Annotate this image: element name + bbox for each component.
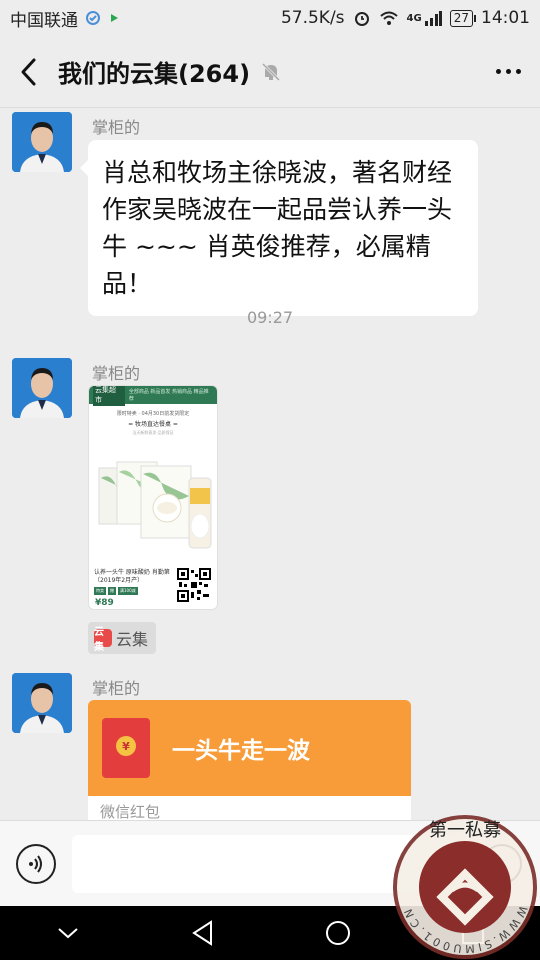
nav-back-button[interactable]: [173, 906, 233, 960]
sender-name: 掌柜的: [92, 679, 141, 698]
card-header: 云集超市 全部商品 新品首发 热销商品 精品推荐: [89, 386, 217, 406]
nav-home-button[interactable]: [308, 906, 368, 960]
network-type: 4G: [406, 12, 422, 24]
product-image: [98, 461, 212, 549]
person-avatar-icon: [12, 112, 72, 172]
back-button[interactable]: [0, 36, 58, 108]
person-avatar-icon: [12, 673, 72, 733]
carrier-name: 中国联通: [10, 10, 78, 31]
qr-code-icon: [177, 568, 211, 602]
red-packet-message[interactable]: ¥ 一头牛走一波 微信红包: [88, 700, 411, 820]
card-line: 当天新鲜直发·品质保证: [132, 430, 174, 435]
product-desc: 认养一头牛 原味酸奶 肖勤第（2019年2月产）: [94, 569, 170, 584]
status-bar: 中国联通 57.5K/s 4G 27 14:01: [0, 0, 540, 36]
chevron-down-icon: [57, 928, 78, 939]
network-speed: 57.5K/s: [280, 8, 345, 28]
wifi-icon: [379, 11, 398, 25]
back-triangle-icon: [191, 920, 212, 946]
more-dot: [505, 69, 511, 74]
sender-name: 掌柜的: [92, 118, 141, 137]
watermark-logo: WWW.SIMU001.CN 第一私募: [393, 815, 537, 959]
battery-icon: 27: [449, 9, 477, 27]
chat-title: 我们的云集(264): [58, 60, 251, 88]
message-text: 肖总和牧场主徐晓波，著名财经作家吴晓波在一起品尝认养一头牛 ~~~ 肖英俊推荐，…: [102, 158, 453, 298]
avatar[interactable]: [12, 358, 72, 418]
alarm-icon: [354, 12, 369, 26]
source-link[interactable]: 云集 云集: [88, 622, 157, 654]
person-avatar-icon: [12, 358, 72, 418]
tag: 赠: [108, 587, 116, 595]
card-headline: = 牧场直达餐桌 =: [128, 421, 178, 428]
image-message[interactable]: 云集超市 全部商品 新品首发 热销商品 精品推荐 限时特卖 · 04月30日前发…: [88, 385, 218, 610]
tag-row: 特卖 赠 满100减: [94, 587, 138, 595]
home-circle-icon: [325, 921, 350, 945]
red-packet-title: 一头牛走一波: [172, 738, 310, 764]
chat-header: 我们的云集(264): [0, 36, 540, 108]
tag: 特卖: [94, 587, 106, 595]
voice-button[interactable]: [16, 844, 56, 884]
text-bubble[interactable]: 肖总和牧场主徐晓波，著名财经作家吴晓波在一起品尝认养一头牛 ~~~ 肖英俊推荐，…: [80, 140, 478, 316]
more-button[interactable]: [476, 36, 540, 108]
chevron-left-icon: [21, 58, 36, 85]
red-packet-footer: 微信红包: [88, 796, 411, 820]
card-line: 限时特卖 · 04月30日前发货限定: [116, 411, 190, 417]
watermark-chars: 第一私募: [429, 820, 501, 841]
coin-icon: ¥: [116, 736, 136, 756]
avatar[interactable]: [12, 112, 72, 172]
source-label: 云集: [116, 630, 149, 649]
signal-icon: [424, 11, 442, 26]
product-price: ¥89: [95, 598, 114, 608]
tag: 满100减: [118, 587, 138, 595]
timestamp: 09:27: [246, 308, 294, 327]
app-logo-icon: 云集: [94, 627, 112, 653]
play-icon: [111, 14, 118, 22]
brand-label: 云集超市: [93, 386, 125, 406]
voice-icon: [29, 855, 42, 873]
notification-icon: [86, 11, 100, 25]
bell-off-icon: [261, 62, 281, 81]
avatar[interactable]: [12, 673, 72, 733]
card-nav: 全部商品 新品首发 热销商品 精品推荐: [128, 389, 209, 402]
more-dot: [515, 69, 521, 74]
collapse-button[interactable]: [38, 906, 98, 960]
clock: 14:01: [481, 8, 530, 28]
more-dot: [495, 69, 501, 74]
chat-area[interactable]: 掌柜的 肖总和牧场主徐晓波，著名财经作家吴晓波在一起品尝认养一头牛 ~~~ 肖英…: [0, 108, 540, 820]
red-envelope-icon: ¥: [102, 718, 150, 778]
red-packet-body: ¥ 一头牛走一波: [88, 700, 411, 796]
sender-name: 掌柜的: [92, 364, 141, 383]
